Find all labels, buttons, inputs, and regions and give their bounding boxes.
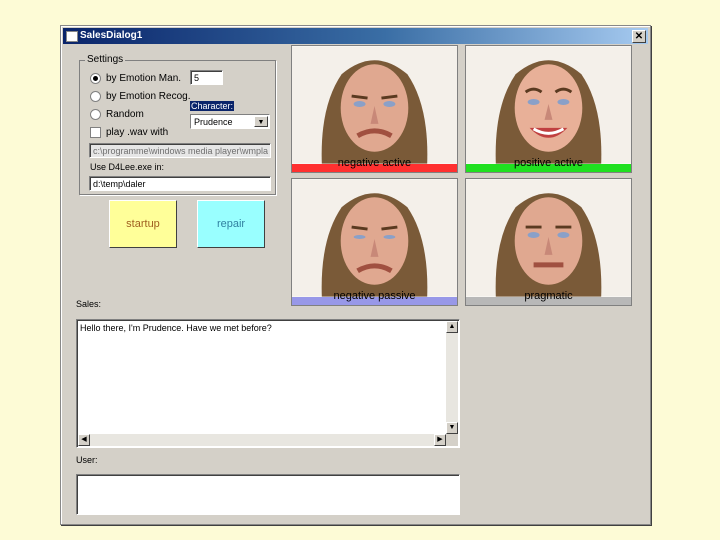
wav-player-path-input[interactable]: c:\programme\windows media player\wmpla: [89, 143, 271, 158]
window-title: SalesDialog1: [80, 30, 143, 41]
close-button[interactable]: ✕: [632, 30, 646, 43]
character-selected-value: Prudence: [194, 117, 233, 127]
radio-button[interactable]: [90, 109, 101, 120]
scroll-right-icon[interactable]: ▶: [434, 434, 446, 446]
exe-path-input[interactable]: d:\temp\daler: [89, 176, 271, 191]
radio-label: by Emotion Recog.: [106, 91, 191, 102]
radio-button[interactable]: [90, 91, 101, 102]
user-input[interactable]: [76, 474, 460, 515]
emotion-panel-pragmatic[interactable]: pragmatic: [465, 178, 632, 306]
horizontal-scrollbar[interactable]: ◀ ▶: [78, 434, 446, 446]
sales-dialog-window: SalesDialog1 ✕ Settings by Emotion Man. …: [60, 25, 651, 525]
scroll-left-icon[interactable]: ◀: [78, 434, 90, 446]
radio-by-emotion-man[interactable]: by Emotion Man.: [90, 73, 181, 84]
emotion-label: pragmatic: [524, 290, 573, 302]
character-label: Character:: [190, 101, 235, 111]
sales-text: Hello there, I'm Prudence. Have we met b…: [80, 323, 272, 333]
dropdown-arrow-icon[interactable]: ▼: [254, 116, 268, 127]
scroll-corner: [446, 434, 458, 446]
radio-random[interactable]: Random: [90, 109, 144, 120]
face-photo-pragmatic: [466, 179, 631, 297]
title-bar[interactable]: SalesDialog1 ✕: [63, 28, 648, 44]
scroll-up-icon[interactable]: ▲: [446, 321, 458, 333]
startup-button[interactable]: startup: [109, 200, 177, 248]
face-photo-negative-active: [292, 46, 457, 164]
checkbox-label: play .wav with: [106, 127, 169, 138]
emotion-panel-negative-passive[interactable]: negative passive: [291, 178, 458, 306]
emotion-value-input[interactable]: 5: [190, 70, 223, 85]
repair-button[interactable]: repair: [197, 200, 265, 248]
emotion-label: positive active: [513, 157, 584, 169]
sales-textarea[interactable]: Hello there, I'm Prudence. Have we met b…: [76, 319, 460, 448]
checkbox[interactable]: [90, 127, 101, 138]
emotion-label: negative active: [337, 157, 412, 169]
scroll-down-icon[interactable]: ▼: [446, 422, 458, 434]
radio-by-emotion-recog[interactable]: by Emotion Recog.: [90, 91, 191, 102]
radio-label: by Emotion Man.: [106, 73, 182, 84]
emotion-label: negative passive: [333, 290, 416, 302]
radio-label: Random: [106, 109, 144, 120]
vertical-scrollbar[interactable]: ▲ ▼: [446, 321, 458, 434]
sales-label: Sales:: [76, 299, 102, 309]
emotion-panel-negative-active[interactable]: negative active: [291, 45, 458, 173]
emotion-panel-positive-active[interactable]: positive active: [465, 45, 632, 173]
use-exe-label: Use D4Lee.exe in:: [90, 162, 165, 172]
face-photo-negative-passive: [292, 179, 457, 297]
app-icon: [66, 31, 78, 42]
user-label: User:: [76, 455, 98, 465]
radio-button[interactable]: [90, 73, 101, 84]
settings-legend: Settings: [85, 54, 126, 65]
face-photo-positive-active: [466, 46, 631, 164]
settings-group: Settings by Emotion Man. 5 by Emotion Re…: [79, 54, 276, 195]
character-select[interactable]: Prudence ▼: [190, 114, 270, 129]
play-wav-checkbox[interactable]: play .wav with: [90, 127, 168, 138]
